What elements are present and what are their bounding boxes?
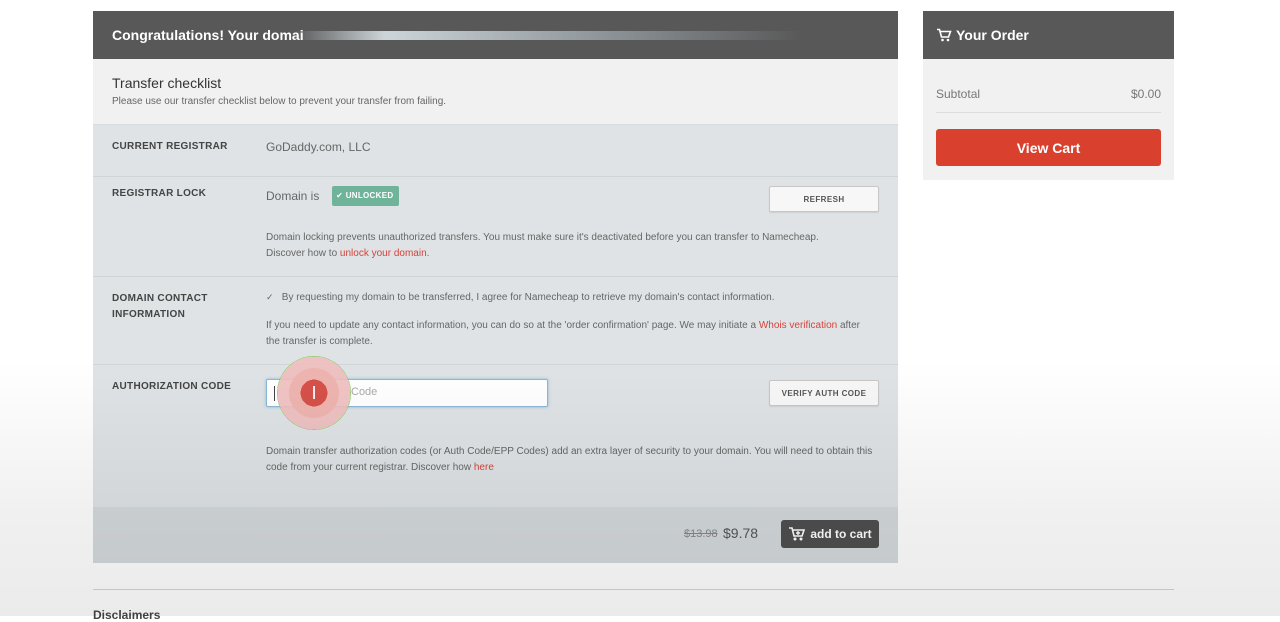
registrar-lock-description: Domain locking prevents unauthorized tra… (266, 230, 886, 262)
add-to-cart-button[interactable]: add to cart (781, 520, 879, 548)
current-registrar-value: GoDaddy.com, LLC (266, 140, 371, 154)
domain-contact-label: DOMAIN CONTACT INFORMATION (112, 293, 208, 320)
auth-code-placeholder: Code (351, 386, 378, 398)
refresh-button[interactable]: REFRESH (769, 186, 879, 212)
checklist-subtitle: Please use our transfer checklist below … (112, 96, 447, 107)
price-bar: $13.98 $9.78 add to cart (93, 507, 898, 563)
order-title: Your Order (956, 27, 1029, 43)
add-to-cart-label: add to cart (810, 527, 872, 541)
consent-line: ✓ By requesting my domain to be transfer… (266, 290, 886, 306)
new-price: $9.78 (723, 525, 759, 541)
lock-discover-text: Discover how to (266, 248, 338, 259)
panel-title: Congratulations! Your domai (112, 27, 304, 43)
consent-text: By requesting my domain to be transferre… (281, 292, 775, 303)
authorization-description: Domain transfer authorization codes (or … (266, 444, 886, 476)
text-caret (274, 386, 275, 401)
bottom-divider (93, 589, 1174, 590)
registrar-lock-label: REGISTRAR LOCK (112, 188, 207, 199)
auth-description-text: Domain transfer authorization codes (or … (266, 446, 873, 473)
unlocked-badge: ✔ UNLOCKED (332, 186, 400, 206)
domain-contact-row: DOMAIN CONTACT INFORMATION ✓ By requesti… (93, 277, 898, 365)
old-price: $13.98 (684, 528, 718, 540)
unlock-link-period: . (426, 248, 430, 259)
cart-icon (789, 527, 806, 541)
disclaimers-heading: Disclaimers (93, 608, 161, 622)
view-cart-button[interactable]: View Cart (936, 129, 1161, 166)
order-panel: Your Order Subtotal $0.00 View Cart (923, 11, 1174, 180)
current-registrar-row: CURRENT REGISTRAR GoDaddy.com, LLC (93, 125, 898, 177)
authorization-label: AUTHORIZATION CODE (112, 381, 232, 392)
current-registrar-label: CURRENT REGISTRAR (112, 141, 228, 152)
panel-header: Congratulations! Your domai (93, 11, 898, 59)
domain-is-text: Domain is (266, 189, 320, 203)
transfer-panel: Congratulations! Your domai Transfer che… (93, 11, 898, 563)
header-streak (293, 31, 803, 40)
checkbox-icon[interactable]: ✓ (266, 293, 275, 302)
subtotal-row: Subtotal $0.00 (936, 87, 1161, 113)
registrar-lock-status: Domain is ✔ UNLOCKED (266, 186, 400, 206)
text-cursor-icon: Ⅰ (289, 368, 339, 418)
contact-info-text: If you need to update any contact inform… (266, 318, 866, 350)
unlocked-badge-text: UNLOCKED (345, 191, 394, 200)
order-header: Your Order (923, 11, 1174, 59)
checklist-title: Transfer checklist (112, 75, 222, 91)
subtotal-label: Subtotal (936, 87, 981, 101)
registrar-lock-row: REGISTRAR LOCK Domain is ✔ UNLOCKED REFR… (93, 177, 898, 277)
unlock-domain-link[interactable]: unlock your domain (340, 248, 427, 259)
checklist-header: Transfer checklist Please use our transf… (93, 59, 898, 125)
click-highlight: Ⅰ (277, 356, 351, 430)
check-icon: ✔ (336, 191, 344, 200)
contact-info-main: If you need to update any contact inform… (266, 320, 757, 331)
subtotal-value: $0.00 (1130, 87, 1161, 101)
cart-icon (937, 28, 952, 42)
whois-verification-link[interactable]: Whois verification (759, 320, 837, 331)
auth-here-link[interactable]: here (474, 462, 494, 473)
lock-description-text: Domain locking prevents unauthorized tra… (266, 232, 819, 243)
authorization-row: AUTHORIZATION CODE Code VERIFY AUTH CODE… (93, 365, 898, 507)
verify-auth-code-button[interactable]: VERIFY AUTH CODE (769, 380, 879, 406)
